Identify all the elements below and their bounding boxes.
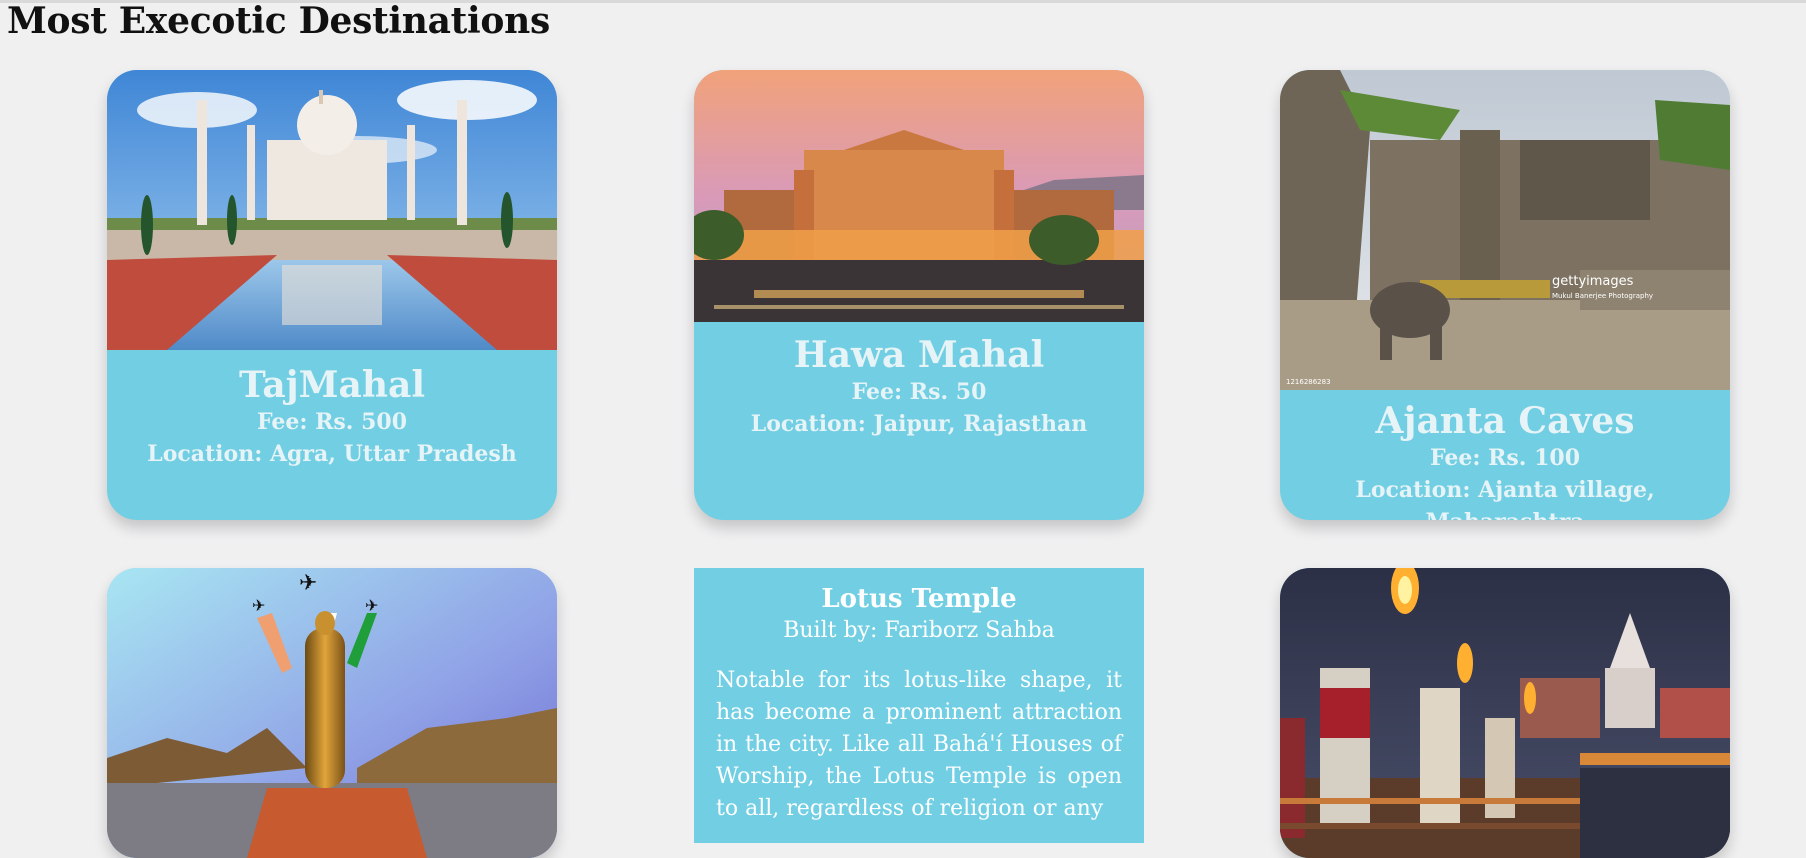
jet-icon: ✈	[252, 596, 265, 615]
destination-card-ganga-aarti[interactable]	[1280, 568, 1730, 858]
ganga-aarti-photo	[1280, 568, 1730, 858]
card-description: Notable for its lotus-like shape, it has…	[716, 668, 1122, 821]
getty-id: 1216286283	[1286, 378, 1331, 386]
ajanta-caves-photo: gettyimages Mukul Banerjee Photography 1…	[1280, 70, 1730, 390]
destination-card-ajanta-caves[interactable]: gettyimages Mukul Banerjee Photography 1…	[1280, 70, 1730, 520]
card-location: Location: Agra, Uttar Pradesh	[147, 441, 517, 467]
card-title: Lotus Temple	[821, 584, 1017, 614]
card-location: Location: Jaipur, Rajasthan	[750, 411, 1088, 437]
card-location: Location: Ajanta village, Maharashtra	[1355, 477, 1655, 520]
hawa-mahal-photo	[694, 70, 1144, 322]
card-built-by: Built by: Fariborz Sahba	[783, 618, 1055, 643]
card-title: TajMahal	[238, 364, 426, 406]
card-title: Ajanta Caves	[1375, 400, 1635, 442]
destination-card-statue[interactable]: ✈ ✈ ✈	[107, 568, 557, 858]
statue-of-unity-photo: ✈ ✈ ✈	[107, 568, 557, 858]
card-fee: Fee: Rs. 100	[1429, 445, 1581, 471]
card-fee: Fee: Rs. 500	[256, 409, 408, 435]
jet-icon: ✈	[365, 596, 378, 615]
jet-icon: ✈	[299, 571, 317, 596]
taj-mahal-photo	[107, 70, 557, 350]
card-fee: Fee: Rs. 50	[851, 379, 987, 405]
card-title: Hawa Mahal	[793, 334, 1045, 376]
destination-card-lotus-temple[interactable]: Lotus Temple Built by: Fariborz Sahba No…	[694, 568, 1144, 843]
page-title: Most Execotic Destinations	[7, 0, 550, 42]
destination-card-tajmahal[interactable]: TajMahal Fee: Rs. 500 Location: Agra, Ut…	[107, 70, 557, 520]
getty-credit: Mukul Banerjee Photography	[1552, 292, 1653, 300]
destination-card-hawa-mahal[interactable]: Hawa Mahal Fee: Rs. 50 Location: Jaipur,…	[694, 70, 1144, 520]
getty-watermark: gettyimages	[1552, 274, 1634, 289]
